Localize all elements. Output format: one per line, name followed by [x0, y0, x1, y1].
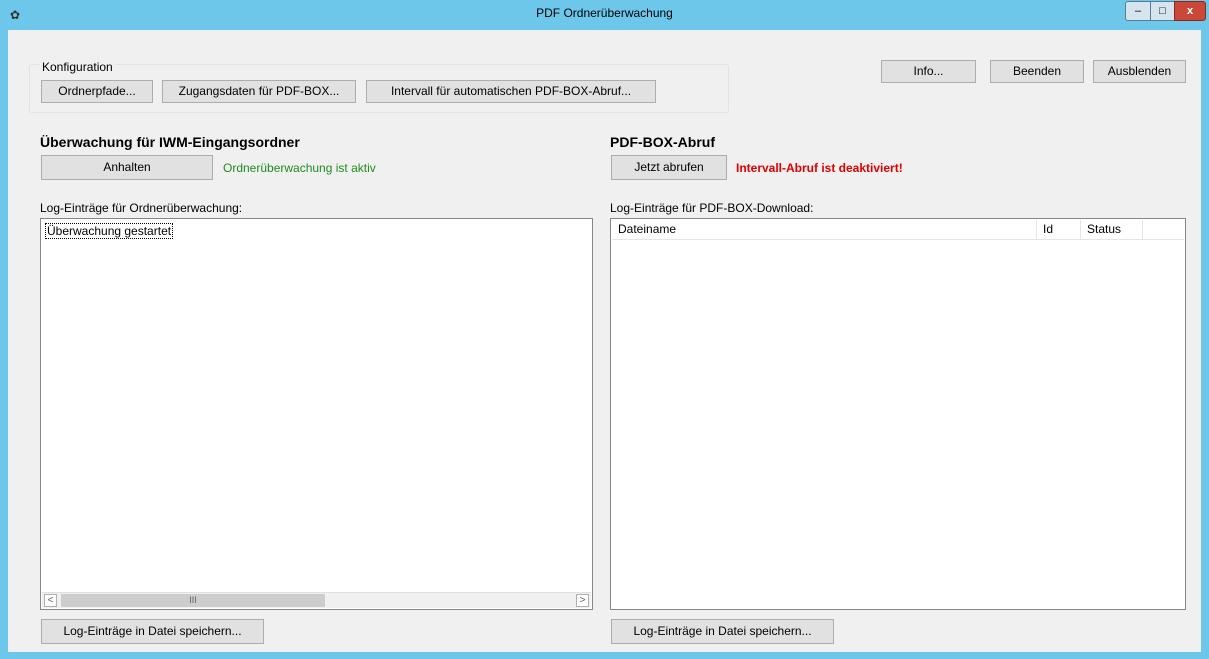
column-header-id[interactable]: Id [1037, 220, 1081, 239]
scroll-thumb[interactable]: III [61, 594, 325, 607]
listview-header: Dateiname Id Status [612, 220, 1184, 240]
stop-watch-button[interactable]: Anhalten [41, 155, 213, 180]
scroll-grip-icon: III [189, 595, 197, 605]
folder-watch-heading: Überwachung für IWM-Eingangsordner [40, 134, 300, 150]
column-header-status[interactable]: Status [1081, 220, 1143, 239]
list-item[interactable]: Überwachung gestartet [45, 223, 174, 239]
quit-button[interactable]: Beenden [990, 60, 1084, 83]
folder-log-list[interactable]: Überwachung gestartet < III > [40, 218, 593, 610]
title-bar[interactable]: ✿ PDF Ordnerüberwachung – □ x [0, 0, 1209, 30]
column-header-filename[interactable]: Dateiname [612, 220, 1037, 239]
config-group-label: Konfiguration [40, 60, 115, 74]
window-title: PDF Ordnerüberwachung [536, 6, 673, 20]
scroll-left-icon[interactable]: < [44, 594, 57, 607]
folder-paths-button[interactable]: Ordnerpfade... [41, 80, 153, 103]
pdfbox-heading: PDF-BOX-Abruf [610, 134, 715, 150]
hide-button[interactable]: Ausblenden [1093, 60, 1186, 83]
scroll-right-icon[interactable]: > [576, 594, 589, 607]
horizontal-scrollbar[interactable]: < III > [42, 592, 591, 608]
main-window: ✿ PDF Ordnerüberwachung – □ x Konfigurat… [0, 0, 1209, 659]
folder-watch-status: Ordnerüberwachung ist aktiv [223, 161, 376, 175]
close-button[interactable]: x [1174, 1, 1206, 21]
folder-log-label: Log-Einträge für Ordnerüberwachung: [40, 201, 243, 215]
minimize-button[interactable]: – [1125, 1, 1151, 21]
credentials-button[interactable]: Zugangsdaten für PDF-BOX... [162, 80, 356, 103]
folder-log-save-button[interactable]: Log-Einträge in Datei speichern... [41, 619, 264, 644]
info-button[interactable]: Info... [881, 60, 976, 83]
pdfbox-status: Intervall-Abruf ist deaktiviert! [736, 161, 903, 175]
pdfbox-log-listview[interactable]: Dateiname Id Status [610, 218, 1186, 610]
pdfbox-log-save-button[interactable]: Log-Einträge in Datei speichern... [611, 619, 834, 644]
maximize-button[interactable]: □ [1150, 1, 1175, 21]
pdfbox-log-label: Log-Einträge für PDF-BOX-Download: [610, 201, 814, 215]
interval-button[interactable]: Intervall für automatischen PDF-BOX-Abru… [366, 80, 656, 103]
fetch-now-button[interactable]: Jetzt abrufen [611, 155, 727, 180]
